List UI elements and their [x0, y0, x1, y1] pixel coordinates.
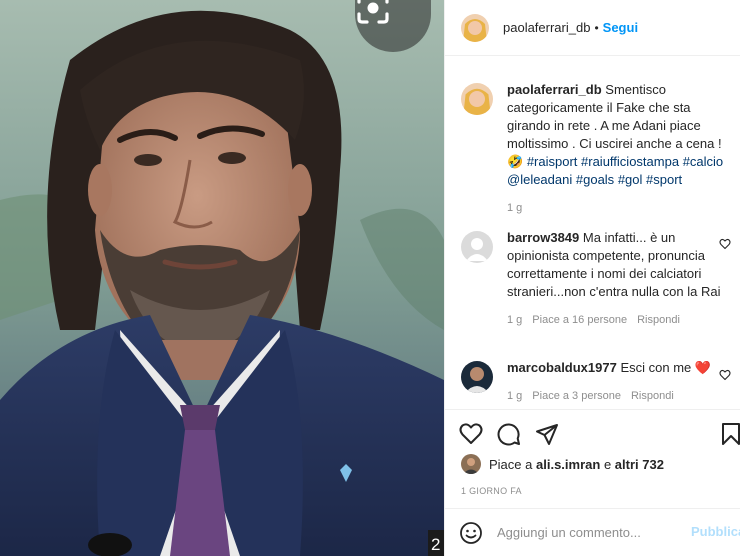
heart-icon[interactable]: [459, 422, 483, 446]
comment-input[interactable]: [497, 525, 687, 540]
liker-avatar[interactable]: [461, 454, 481, 474]
author-avatar[interactable]: [461, 13, 489, 42]
reply-button[interactable]: Rispondi: [631, 387, 674, 405]
likes-summary[interactable]: Piace a ali.s.imran e altri 732: [461, 454, 664, 474]
heart-emoji: ❤️: [694, 360, 712, 375]
likes-prefix: Piace a: [489, 456, 533, 472]
post-photo[interactable]: 2: [0, 0, 444, 556]
hashtag-link[interactable]: #raiufficiostampa: [581, 154, 679, 169]
caption-time[interactable]: 1 g: [507, 199, 522, 217]
man-portrait-image: [0, 0, 444, 556]
comment-item: marcobaldux1977 Esci con me ❤️ 1 g Piace…: [461, 359, 731, 405]
post-header: paolaferrari_db • Segui: [445, 0, 740, 56]
comment-likes[interactable]: Piace a 3 persone: [532, 387, 621, 405]
commenter-avatar[interactable]: [461, 231, 493, 263]
commenter-avatar[interactable]: [461, 361, 493, 393]
bookmark-icon[interactable]: [721, 422, 740, 446]
hashtag-link[interactable]: #gol: [618, 172, 643, 187]
hashtag-link[interactable]: #sport: [646, 172, 682, 187]
separator-dot: •: [594, 20, 599, 35]
publish-button[interactable]: Pubblica: [691, 524, 740, 539]
heart-outline-icon[interactable]: [719, 369, 731, 381]
commenter-username[interactable]: barrow3849: [507, 230, 579, 245]
hashtag-link[interactable]: #raisport: [527, 154, 578, 169]
paper-plane-icon[interactable]: [535, 422, 559, 446]
comment-time[interactable]: 1 g: [507, 311, 522, 329]
follow-button[interactable]: Segui: [603, 20, 638, 35]
comment-item: barrow3849 Ma infatti... è un opinionist…: [461, 229, 731, 329]
mention-link[interactable]: @leleadani: [507, 172, 572, 187]
smiley-icon[interactable]: [459, 521, 483, 545]
post-actions: Piace a ali.s.imran e altri 732 1 GIORNO…: [445, 409, 740, 523]
caption-username[interactable]: paolaferrari_db: [507, 82, 602, 97]
reply-button[interactable]: Rispondi: [637, 311, 680, 329]
caption-entry: paolaferrari_db Smentisco categoricament…: [461, 81, 731, 217]
post-side-panel: paolaferrari_db • Segui paolaferrari_db …: [444, 0, 740, 556]
caption-emoji: 🤣: [507, 154, 524, 169]
carousel-index: 2: [428, 530, 444, 556]
comment-time[interactable]: 1 g: [507, 387, 522, 405]
hashtag-link[interactable]: #goals: [576, 172, 614, 187]
commenter-username[interactable]: marcobaldux1977: [507, 360, 617, 375]
post-date[interactable]: 1 GIORNO FA: [461, 486, 522, 496]
likes-count[interactable]: altri 732: [615, 457, 664, 472]
caption-avatar[interactable]: [461, 83, 493, 115]
comment-icon[interactable]: [497, 422, 521, 446]
comment-text: Esci con me: [620, 360, 692, 375]
likes-connector: e: [603, 456, 612, 472]
comments-list[interactable]: paolaferrari_db Smentisco categoricament…: [445, 57, 740, 409]
comment-likes[interactable]: Piace a 16 persone: [532, 311, 627, 329]
add-comment-bar: Pubblica: [445, 508, 740, 556]
liker-username[interactable]: ali.s.imran: [536, 457, 600, 472]
author-username[interactable]: paolaferrari_db: [503, 20, 590, 35]
heart-outline-icon[interactable]: [719, 238, 731, 250]
lens-icon: [357, 0, 389, 24]
hashtag-link[interactable]: #calcio: [683, 154, 723, 169]
